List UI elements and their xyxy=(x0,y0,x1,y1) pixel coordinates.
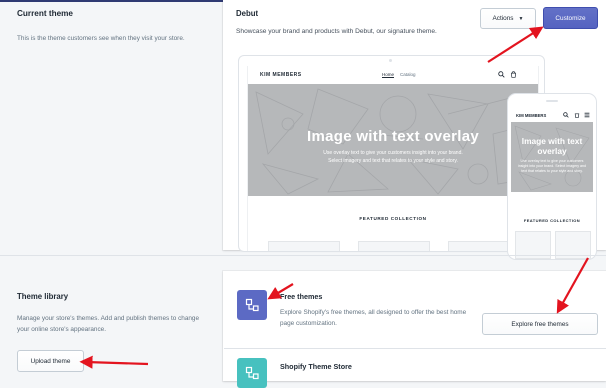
preview-nav-catalog: Catalog xyxy=(400,72,416,77)
free-themes-description: Explore Shopify's free themes, all desig… xyxy=(280,309,467,327)
theme-store-title[interactable]: Shopify Theme Store xyxy=(280,362,352,371)
mobile-preview: KIM MEMBERS Image with text overlay Use … xyxy=(507,93,597,260)
current-theme-description: This is the theme customers see when the… xyxy=(17,35,185,42)
product-placeholder xyxy=(358,241,430,251)
preview-brand: KIM MEMBERS xyxy=(260,72,302,78)
product-placeholder xyxy=(268,241,340,251)
mobile-cart-icon xyxy=(574,112,580,120)
theme-icon xyxy=(237,290,267,320)
featured-collection-label: FEATURED COLLECTION xyxy=(359,216,427,221)
section-divider xyxy=(0,255,606,256)
mobile-hero-subtitle: Use overlay text to give your customers … xyxy=(517,159,587,173)
current-theme-heading: Current theme xyxy=(17,9,73,18)
mobile-hero-pattern xyxy=(514,125,590,191)
cart-icon xyxy=(510,71,517,80)
mobile-hero-image: Image with text overlay Use overlay text… xyxy=(511,122,593,192)
theme-name: Debut xyxy=(236,9,259,18)
theme-description: Showcase your brand and products with De… xyxy=(236,28,437,35)
explore-free-themes-button[interactable]: Explore free themes xyxy=(482,313,598,335)
preview-nav-home: Home xyxy=(382,72,395,77)
menu-icon xyxy=(584,112,590,120)
hero-subtitle: Use overlay text to give your customers … xyxy=(323,150,463,164)
free-themes-title[interactable]: Free themes xyxy=(280,292,322,301)
upload-theme-button[interactable]: Upload theme xyxy=(17,350,84,372)
mobile-hero-title: Image with text overlay xyxy=(521,136,583,156)
search-icon xyxy=(498,71,505,80)
theme-store-icon xyxy=(237,358,267,388)
actions-label: Actions xyxy=(492,15,514,22)
desktop-screen: KIM MEMBERS Home Catalog Image with text… xyxy=(247,66,539,251)
hero-image: Image with text overlay Use overlay text… xyxy=(248,84,538,196)
theme-library-heading: Theme library xyxy=(17,292,69,301)
caret-down-icon: ▼ xyxy=(518,15,524,22)
hero-title: Image with text overlay xyxy=(307,128,479,145)
theme-library-description: Manage your store's themes. Add and publ… xyxy=(17,315,200,333)
speaker-slot xyxy=(546,100,558,102)
row-divider xyxy=(224,348,606,349)
mobile-preview-brand: KIM MEMBERS xyxy=(516,113,547,118)
arrow-to-upload xyxy=(79,355,149,369)
mobile-search-icon xyxy=(563,112,569,120)
mobile-featured-label: FEATURED COLLECTION xyxy=(523,218,581,223)
actions-button[interactable]: Actions ▼ xyxy=(480,8,536,29)
customize-button[interactable]: Customize xyxy=(543,7,598,29)
desktop-preview: KIM MEMBERS Home Catalog Image with text… xyxy=(238,55,545,252)
camera-dot xyxy=(389,59,392,62)
